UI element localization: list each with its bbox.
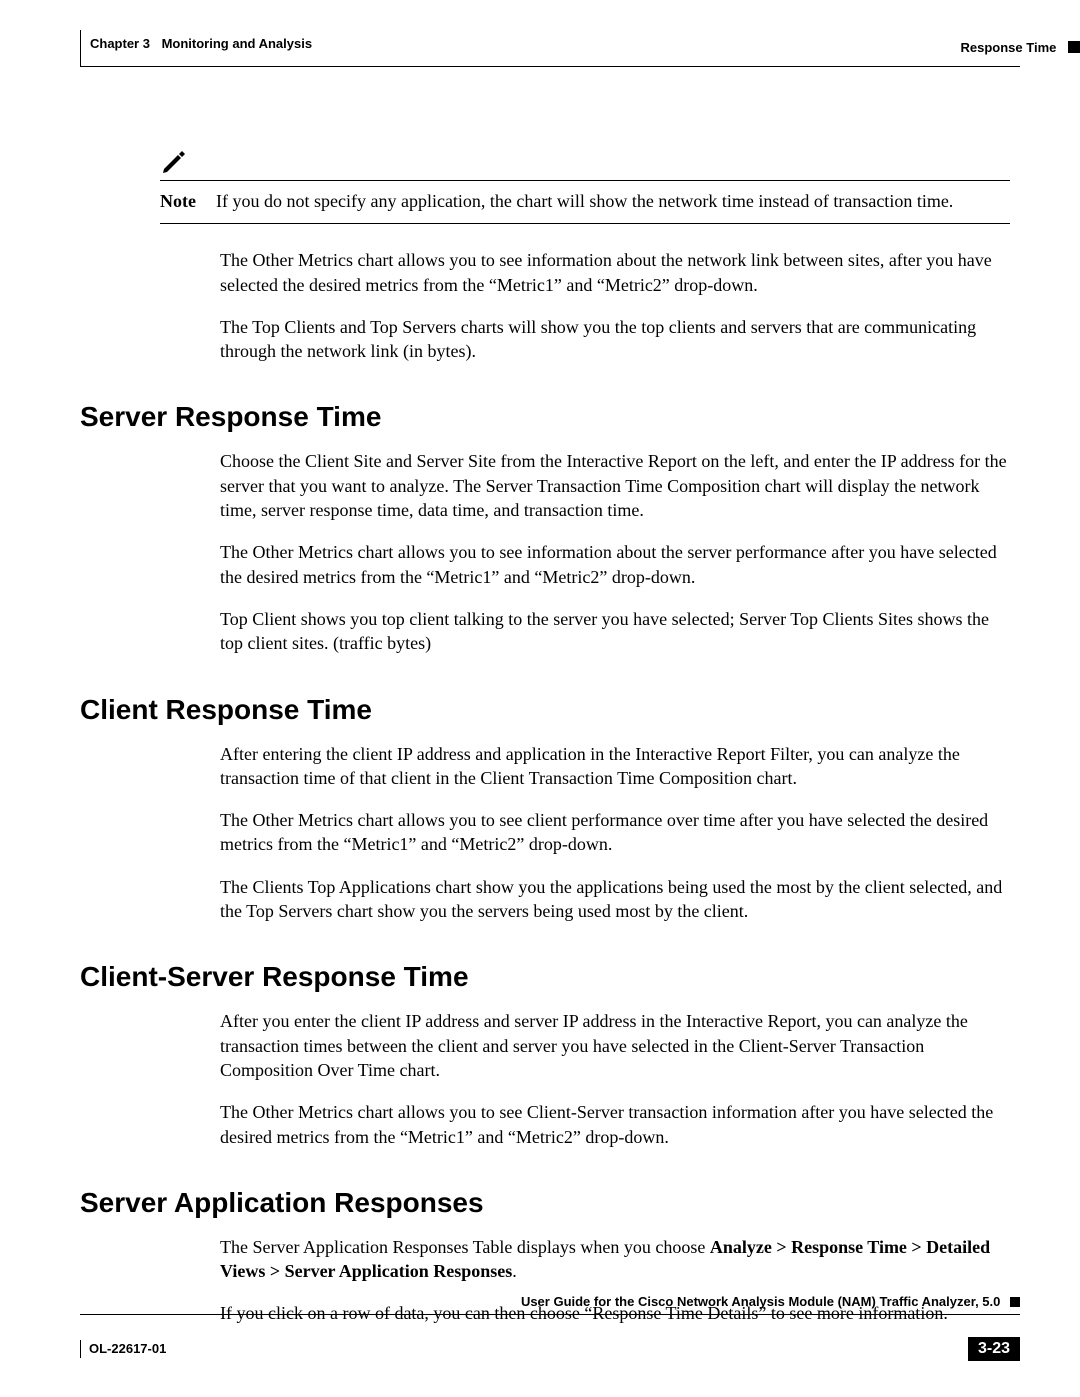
note-text: If you do not specify any application, t… [216, 189, 1010, 213]
body-paragraph: Choose the Client Site and Server Site f… [220, 449, 1010, 522]
running-header: Chapter 3 Monitoring and Analysis [80, 30, 1020, 67]
heading-client-server-response-time: Client-Server Response Time [80, 961, 1020, 993]
body-paragraph: The Other Metrics chart allows you to se… [220, 808, 1010, 857]
heading-server-application-responses: Server Application Responses [80, 1187, 1020, 1219]
footer-rule [80, 1314, 1020, 1337]
chapter-number: Chapter 3 [90, 36, 150, 51]
heading-client-response-time: Client Response Time [80, 694, 1020, 726]
body-paragraph: After you enter the client IP address an… [220, 1009, 1010, 1082]
body-paragraph: The Clients Top Applications chart show … [220, 875, 1010, 924]
footer-guide-text: User Guide for the Cisco Network Analysi… [521, 1294, 1000, 1309]
body-paragraph: The Server Application Responses Table d… [220, 1235, 1010, 1284]
chapter-title: Monitoring and Analysis [162, 36, 312, 51]
footer-guide-title: User Guide for the Cisco Network Analysi… [521, 1294, 1020, 1309]
body-paragraph: The Other Metrics chart allows you to se… [220, 1100, 1010, 1149]
heading-server-response-time: Server Response Time [80, 401, 1020, 433]
footer-bottom: OL-22617-01 3-23 [80, 1337, 1020, 1361]
content: Note If you do not specify any applicati… [80, 147, 1020, 1326]
header-section-text: Response Time [961, 40, 1057, 55]
running-footer: User Guide for the Cisco Network Analysi… [80, 1314, 1020, 1361]
pencil-icon [160, 147, 1010, 180]
header-left-rule [80, 30, 81, 66]
footer-doc-id: OL-22617-01 [80, 1340, 166, 1358]
page: Chapter 3 Monitoring and Analysis Respon… [0, 0, 1080, 1397]
footer-square-icon [1010, 1297, 1020, 1307]
page-number: 3-23 [968, 1337, 1020, 1361]
body-paragraph: After entering the client IP address and… [220, 742, 1010, 791]
text-pre: The Server Application Responses Table d… [220, 1237, 710, 1257]
header-chapter: Chapter 3 Monitoring and Analysis [90, 36, 312, 51]
header-section-right: Response Time [961, 40, 1080, 55]
note-row: Note If you do not specify any applicati… [160, 180, 1010, 224]
note-block: Note If you do not specify any applicati… [160, 147, 1010, 224]
body-paragraph: Top Client shows you top client talking … [220, 607, 1010, 656]
header-square-icon [1068, 41, 1080, 53]
body-paragraph: The Other Metrics chart allows you to se… [220, 248, 1010, 297]
body-paragraph: The Top Clients and Top Servers charts w… [220, 315, 1010, 364]
text-post: . [512, 1261, 517, 1281]
body-paragraph: The Other Metrics chart allows you to se… [220, 540, 1010, 589]
note-label: Note [160, 189, 216, 213]
